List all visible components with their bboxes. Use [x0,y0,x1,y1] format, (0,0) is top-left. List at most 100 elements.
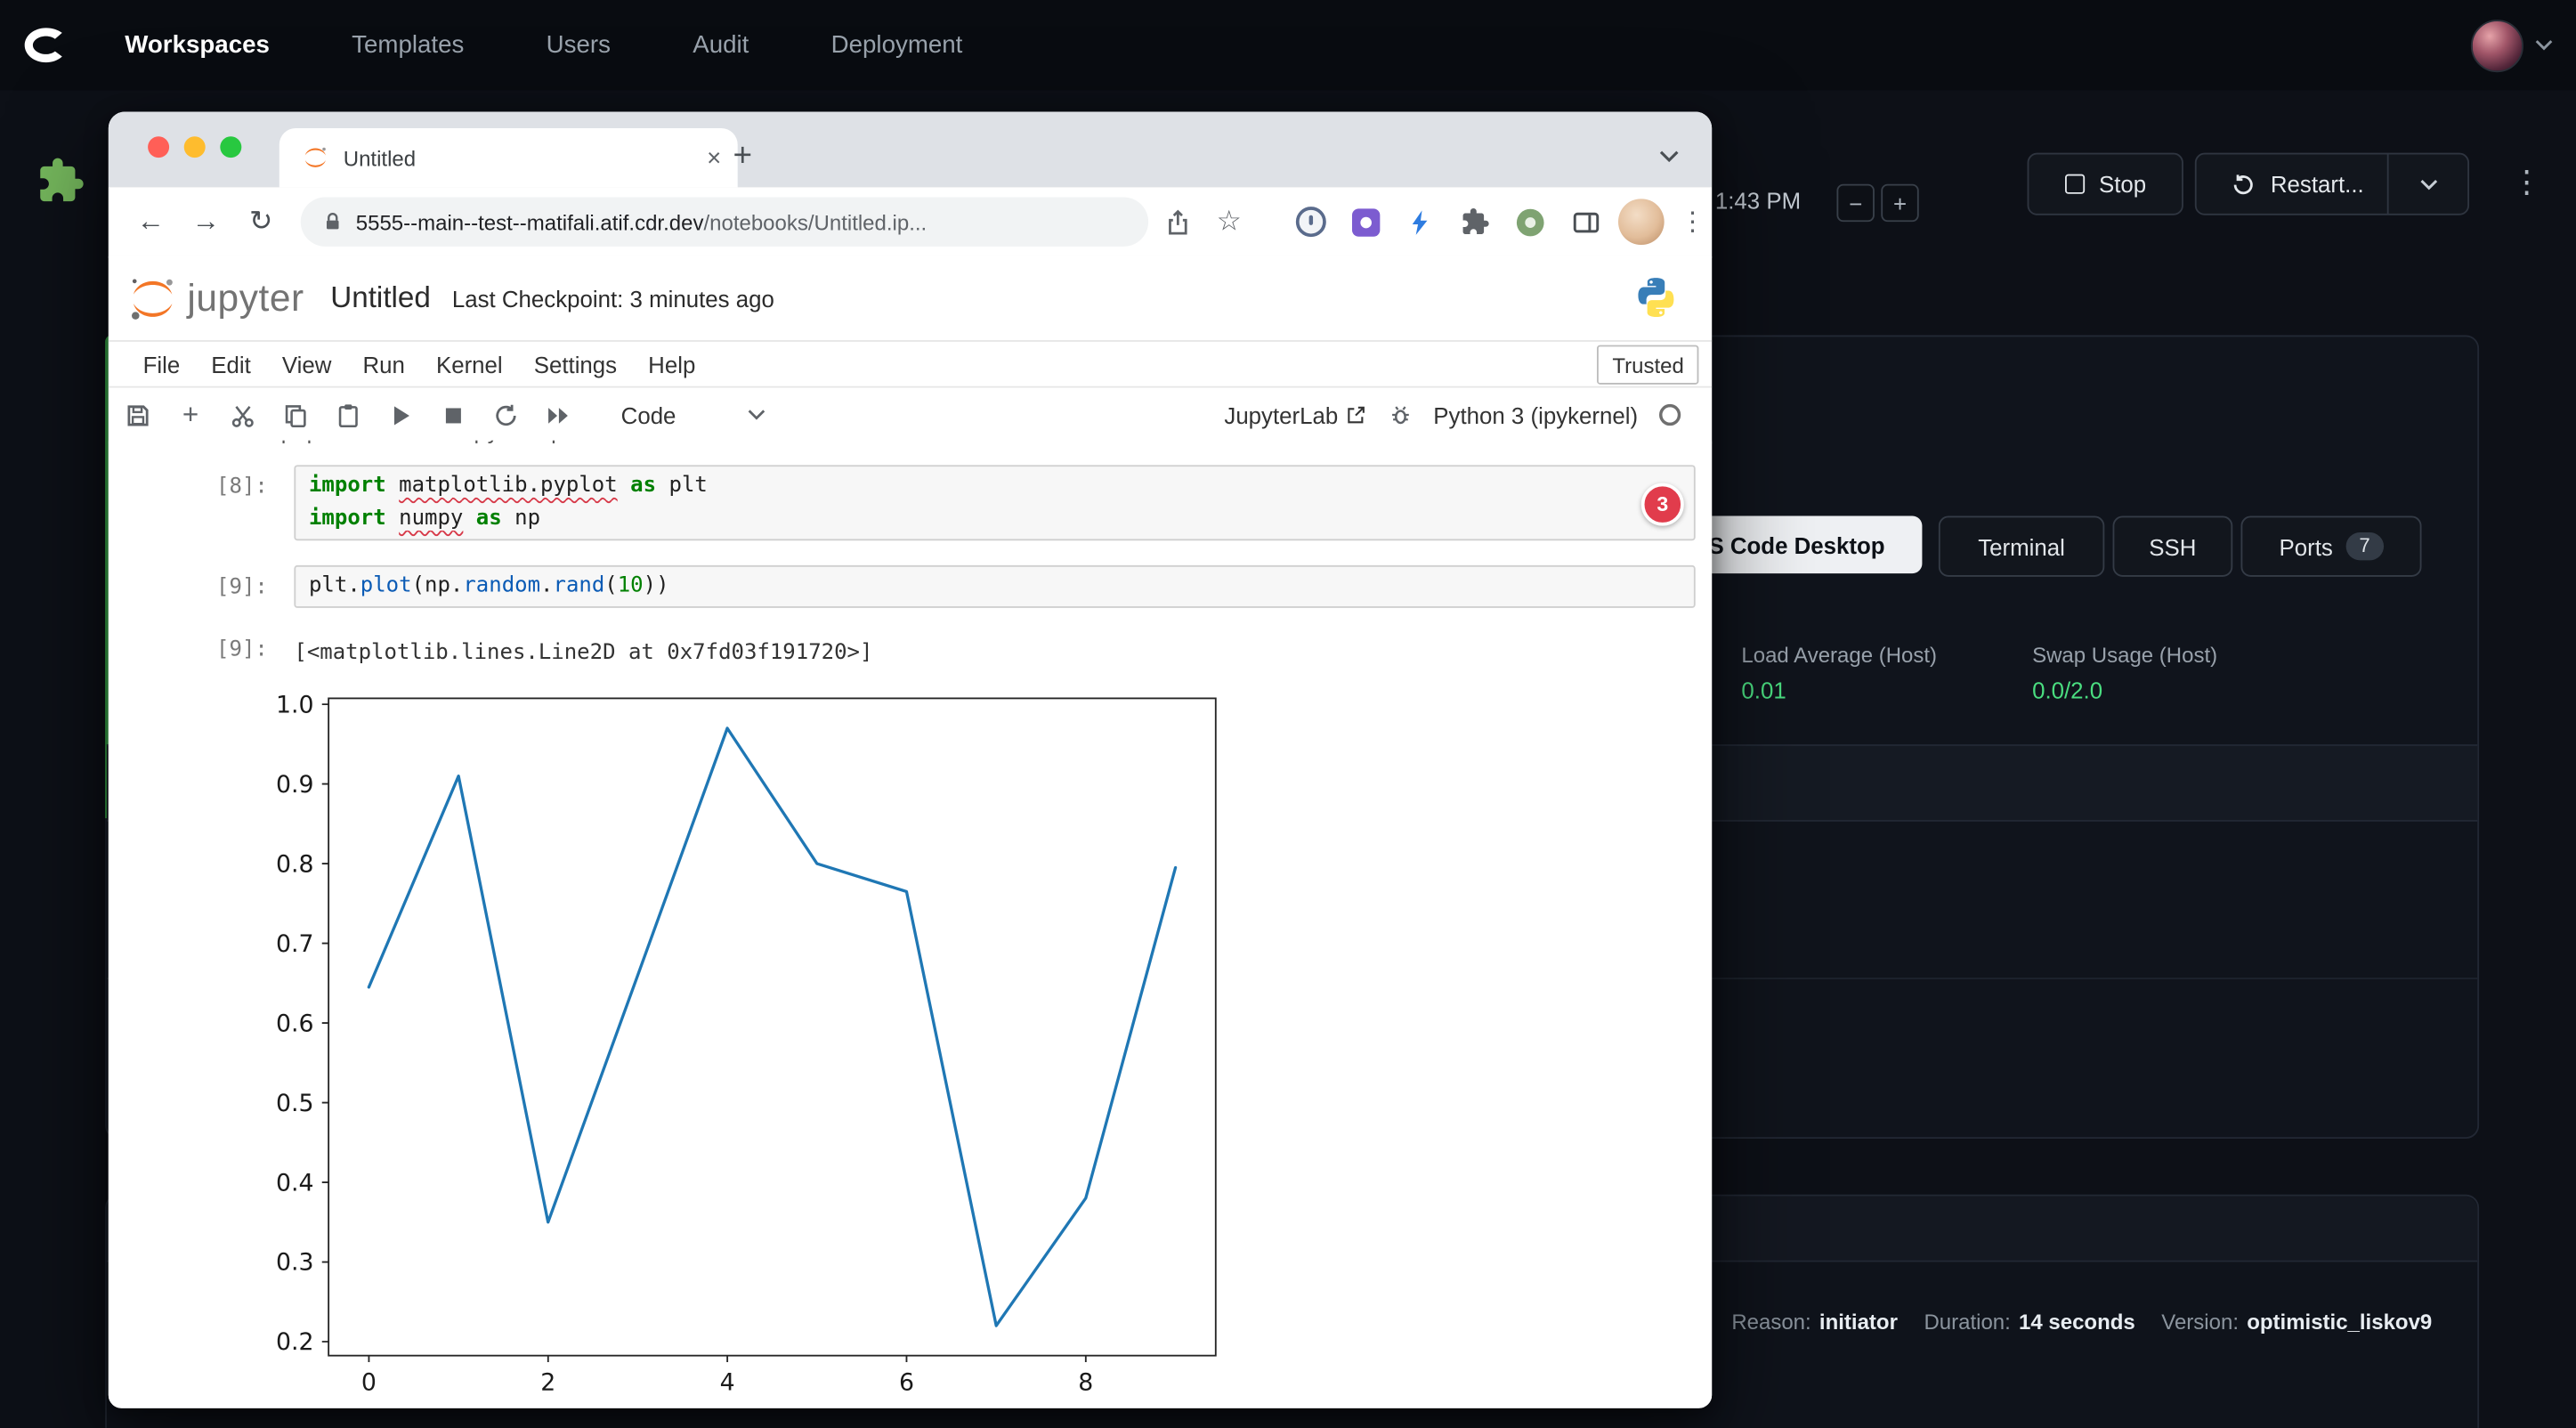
cell-type-dropdown[interactable]: Code [621,402,766,428]
menu-file[interactable]: File [143,351,181,377]
svg-text:0: 0 [361,1368,377,1396]
password-extension-icon[interactable] [1291,202,1329,241]
cut-cell-button[interactable] [230,402,256,428]
menu-kernel[interactable]: Kernel [436,351,503,377]
share-icon[interactable] [1158,202,1196,241]
matplotlib-figure: 0.20.30.40.50.60.70.80.91.002468 [109,676,1712,1408]
code-editor[interactable]: import matplotlib.pyplot as plt import n… [294,465,1695,540]
trusted-button[interactable]: Trusted [1598,345,1699,385]
browser-window: Untitled × + ← → ↻ 5555--main--test--mat… [109,112,1712,1408]
green-extension-icon[interactable] [1511,202,1550,241]
output-repr: [<matplotlib.lines.Line2D at 0x7fd03f191… [294,628,872,670]
top-navigation: Workspaces Templates Users Audit Deploym… [0,0,2576,91]
add-cell-button[interactable]: + [177,402,204,428]
debugger-icon[interactable] [1388,402,1414,428]
browser-menu-icon[interactable]: ⋮ [1673,206,1712,239]
nav-item-users[interactable]: Users [547,31,611,59]
side-panel-icon[interactable] [1567,202,1605,241]
zoom-window-button[interactable] [220,136,241,158]
run-cell-button[interactable] [388,402,415,428]
open-in-jupyterlab-link[interactable]: JupyterLab [1224,402,1367,428]
clipped-previous-cell: %pip install numpy matplotlib [109,441,1712,458]
workspace-more-options-button[interactable]: ⋮ [2507,165,2546,202]
menu-run[interactable]: Run [362,351,404,377]
input-prompt: [8]: [109,465,295,499]
minimize-window-button[interactable] [184,136,206,158]
restart-dropdown-button[interactable] [2403,154,2456,213]
user-avatar[interactable] [2471,19,2523,71]
svg-text:2: 2 [540,1368,555,1396]
tab-strip: Untitled × + [109,112,1712,188]
chevron-down-icon[interactable] [2535,39,2553,51]
ssh-button[interactable]: SSH [2113,516,2233,577]
svg-text:4: 4 [720,1368,735,1396]
menu-settings[interactable]: Settings [534,351,617,377]
bookmark-star-icon[interactable]: ☆ [1210,202,1248,241]
chevron-down-icon [2420,178,2438,190]
jupyter-favicon [303,144,329,171]
ports-count-badge: 7 [2346,532,2384,560]
url-bar[interactable]: 5555--main--test--matifali.atif.cdr.dev/… [300,197,1148,246]
checkpoint-text: Last Checkpoint: 3 minutes ago [452,285,774,312]
forward-button[interactable]: → [187,202,225,241]
copy-cell-button[interactable] [282,402,309,428]
browser-profile-avatar[interactable] [1618,199,1664,245]
browser-tab[interactable]: Untitled × [279,128,738,187]
restart-workspace-button[interactable]: Restart... [2208,154,2389,213]
external-link-icon [1346,404,1367,426]
terminal-button[interactable]: Terminal [1939,516,2104,577]
nav-item-deployment[interactable]: Deployment [831,31,963,59]
restart-kernel-button[interactable] [493,402,520,428]
increase-schedule-button[interactable]: + [1881,184,1918,222]
svg-text:6: 6 [899,1368,914,1396]
svg-text:0.5: 0.5 [276,1090,314,1117]
notebook-title[interactable]: Untitled [330,281,431,316]
ports-button[interactable]: Ports 7 [2240,516,2421,577]
svg-text:1.0: 1.0 [276,691,314,718]
output-prompt: [9]: [109,628,295,662]
build-info-row: Reason:initiator Duration:14 seconds Ver… [1731,1310,2432,1335]
code-editor[interactable]: plt.plot(np.random.rand(10)) [294,565,1695,608]
swap-usage-stat: Swap Usage (Host) 0.0/2.0 [2032,643,2217,703]
close-window-button[interactable] [148,136,169,158]
stop-workspace-button[interactable]: Stop [2028,153,2183,215]
coder-logo-icon[interactable] [23,22,79,69]
url-host: 5555--main--test--matifali.atif.cdr.dev [356,209,704,234]
main-nav: Workspaces Templates Users Audit Deploym… [125,31,962,59]
kernel-name[interactable]: Python 3 (ipykernel) [1433,402,1638,428]
menu-view[interactable]: View [282,351,332,377]
svg-text:0.8: 0.8 [276,850,314,878]
run-all-cells-button[interactable] [546,402,572,428]
save-button[interactable] [125,402,151,428]
jupyter-wordmark: jupyter [187,276,304,320]
input-prompt: [9]: [109,565,295,600]
tab-title: Untitled [344,145,707,170]
chevron-down-icon [748,410,766,421]
extensions-puzzle-icon[interactable] [1456,202,1495,241]
purple-extension-icon[interactable] [1346,202,1384,241]
site-lock-icon[interactable] [321,210,343,233]
reload-button[interactable]: ↻ [241,202,279,241]
line-chart: 0.20.30.40.50.60.70.80.91.002468 [256,676,1275,1407]
load-average-stat: Load Average (Host) 0.01 [1741,643,1937,703]
lightning-extension-icon[interactable] [1401,202,1439,241]
back-button[interactable]: ← [132,202,170,241]
decrease-schedule-button[interactable]: − [1836,184,1874,222]
svg-text:0.3: 0.3 [276,1249,314,1277]
nav-item-templates[interactable]: Templates [352,31,464,59]
new-tab-button[interactable]: + [719,133,766,179]
interrupt-kernel-button[interactable] [441,402,467,428]
nav-item-audit[interactable]: Audit [693,31,749,59]
paste-cell-button[interactable] [336,402,362,428]
menu-help[interactable]: Help [648,351,695,377]
jupyter-header: jupyter Untitled Last Checkpoint: 3 minu… [109,256,1712,342]
tab-search-chevron-icon[interactable] [1659,142,1679,171]
notification-count-badge: 3 [1641,483,1684,526]
url-path: /notebooks/Untitled.ip... [703,209,927,234]
jupyter-menubar: File Edit View Run Kernel Settings Help … [109,342,1712,388]
nav-item-workspaces[interactable]: Workspaces [125,31,270,59]
restart-icon [2232,172,2256,197]
menu-edit[interactable]: Edit [211,351,251,377]
restart-split-button: Restart... [2195,153,2469,215]
svg-text:0.9: 0.9 [276,771,314,799]
